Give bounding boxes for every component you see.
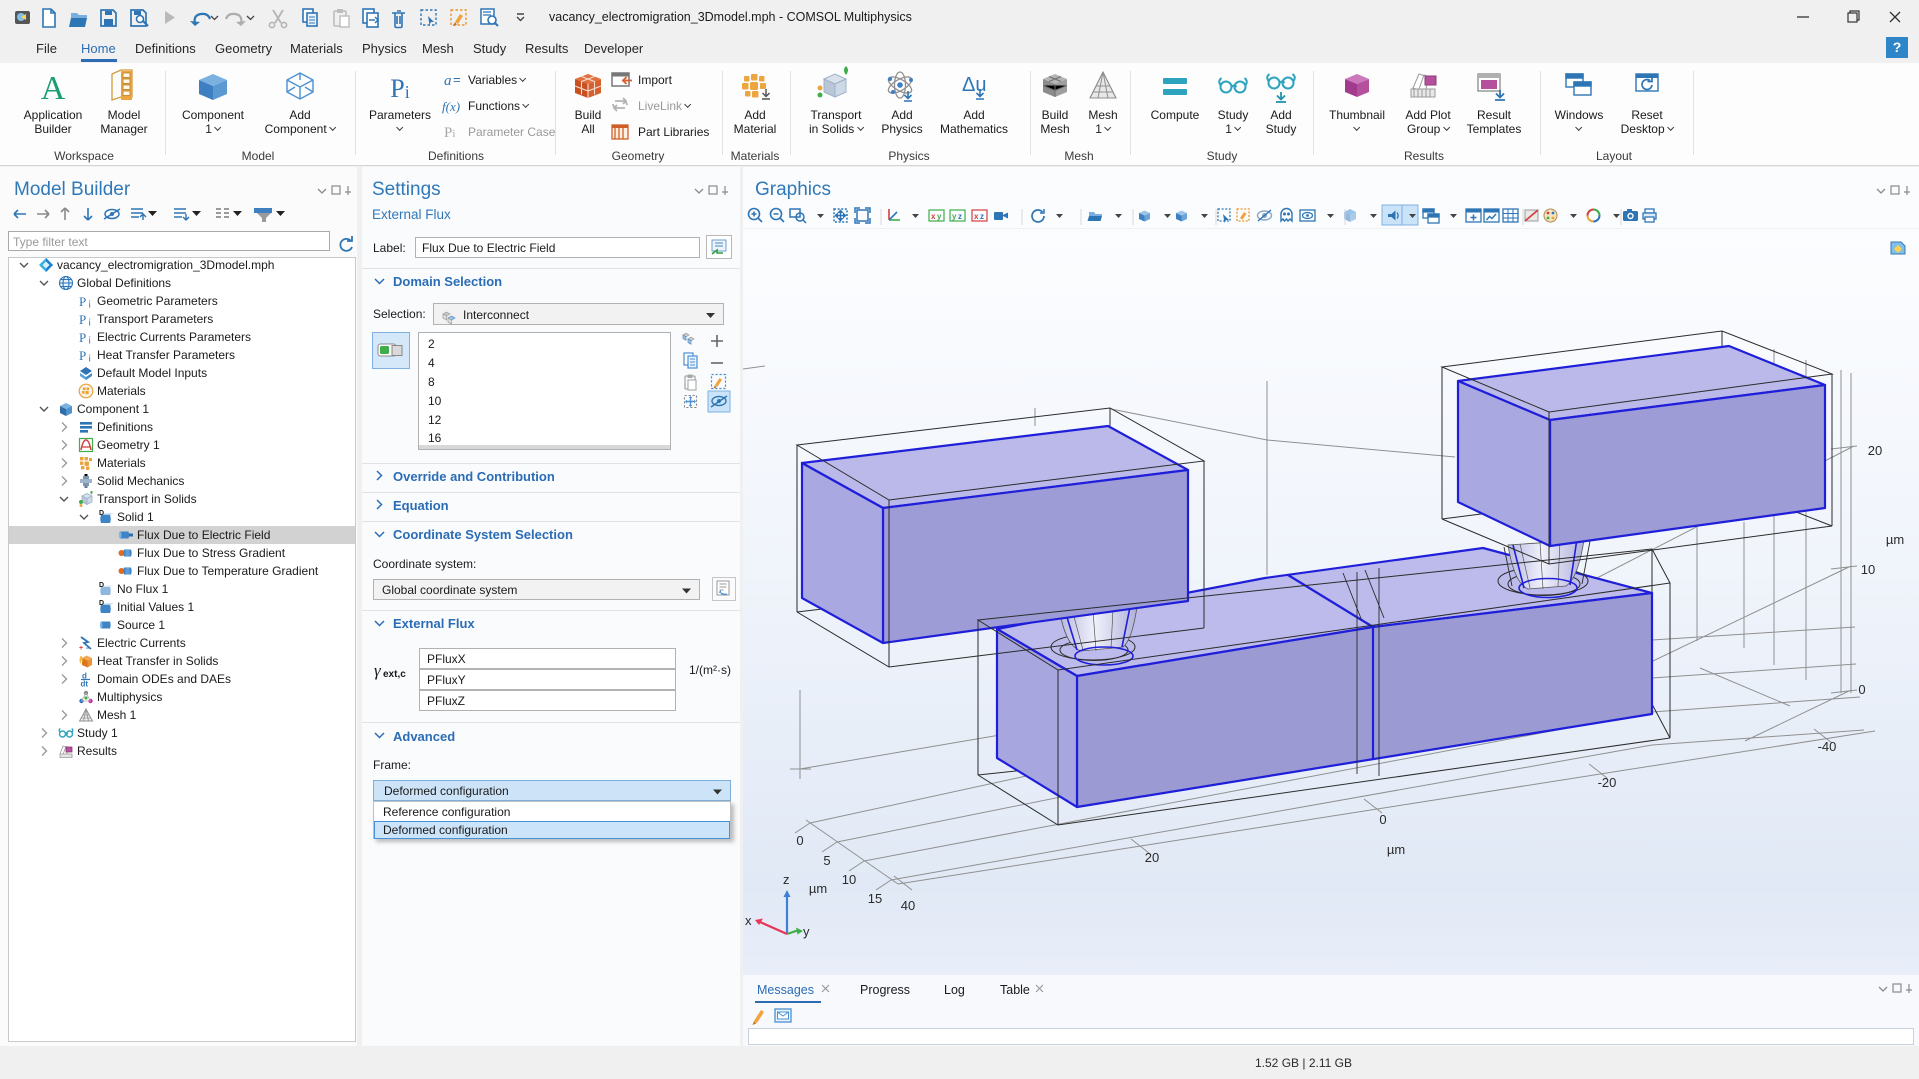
svg-text:z: z bbox=[980, 212, 984, 221]
svg-text:x: x bbox=[974, 212, 979, 221]
svg-text:x: x bbox=[931, 212, 936, 221]
svg-text:5: 5 bbox=[823, 853, 830, 868]
svg-text:P: P bbox=[79, 312, 86, 327]
svg-text:+: + bbox=[79, 645, 83, 652]
svg-text:µm: µm bbox=[809, 881, 827, 896]
svg-text:10: 10 bbox=[842, 872, 856, 887]
svg-text:20: 20 bbox=[1145, 850, 1159, 865]
svg-text:P: P bbox=[79, 330, 86, 345]
svg-text:15: 15 bbox=[868, 891, 882, 906]
svg-text:A: A bbox=[41, 70, 66, 107]
svg-text:z: z bbox=[783, 872, 790, 887]
svg-text:D: D bbox=[99, 600, 104, 607]
svg-text:µm: µm bbox=[1387, 842, 1405, 857]
svg-text:20: 20 bbox=[1868, 443, 1882, 458]
svg-text:z: z bbox=[958, 212, 962, 221]
svg-text:D: D bbox=[99, 510, 104, 517]
svg-text:P: P bbox=[79, 294, 86, 309]
svg-text:a: a bbox=[444, 73, 452, 89]
svg-text:P: P bbox=[79, 348, 86, 363]
svg-text:10: 10 bbox=[1861, 562, 1875, 577]
svg-text:y: y bbox=[952, 212, 957, 221]
svg-text:-20: -20 bbox=[1598, 775, 1617, 790]
svg-text:=: = bbox=[453, 72, 461, 87]
svg-text:f(x): f(x) bbox=[442, 99, 460, 114]
svg-text:¡: ¡ bbox=[88, 316, 91, 327]
svg-text:Pi: Pi bbox=[390, 74, 409, 103]
svg-text:40: 40 bbox=[901, 898, 915, 913]
svg-text:0: 0 bbox=[796, 833, 803, 848]
svg-text:y: y bbox=[937, 212, 942, 221]
svg-text:x: x bbox=[745, 913, 752, 928]
svg-text:dt: dt bbox=[81, 680, 89, 689]
svg-text:–: – bbox=[86, 644, 91, 653]
svg-text:D: D bbox=[99, 582, 104, 589]
svg-text:0: 0 bbox=[1858, 682, 1865, 697]
svg-text:-40: -40 bbox=[1818, 739, 1837, 754]
svg-text:¡: ¡ bbox=[88, 298, 91, 309]
svg-text:¡: ¡ bbox=[88, 352, 91, 363]
svg-text:Pi: Pi bbox=[444, 125, 455, 141]
svg-text:0: 0 bbox=[1379, 812, 1386, 827]
svg-text:µm: µm bbox=[1886, 532, 1904, 547]
svg-text:¡: ¡ bbox=[88, 334, 91, 345]
svg-text:y: y bbox=[803, 924, 810, 939]
